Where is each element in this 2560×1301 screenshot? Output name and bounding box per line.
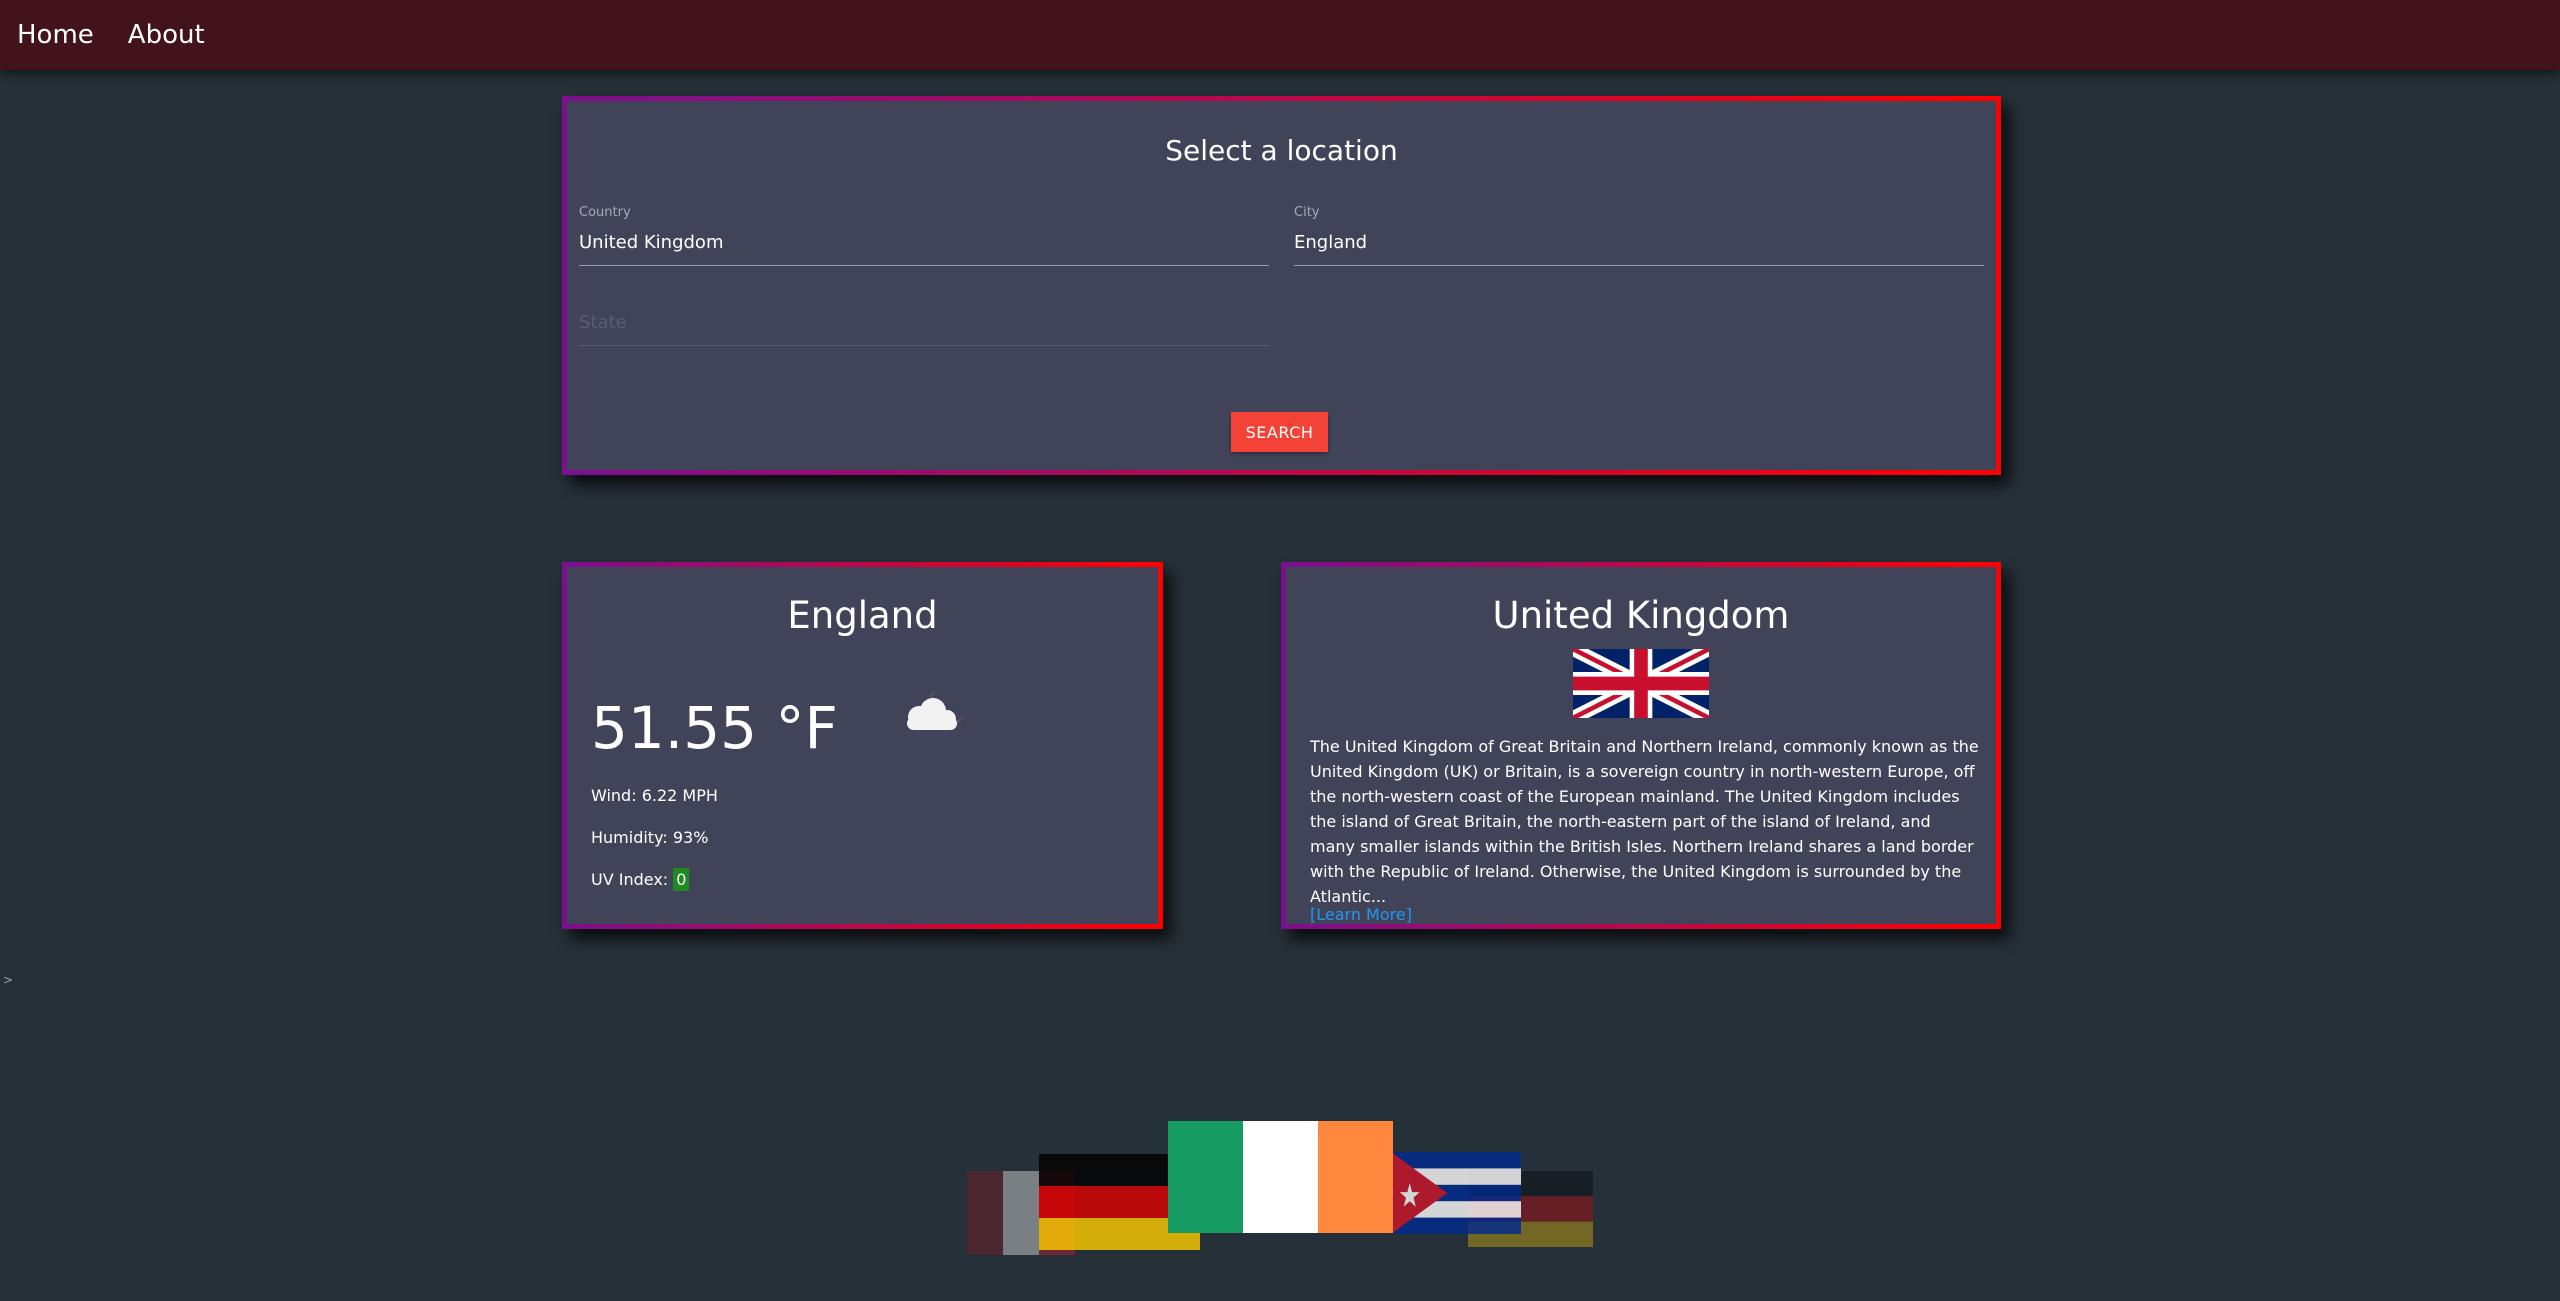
city-field: City	[1294, 205, 1984, 266]
carousel-cuba-flag[interactable]	[1391, 1152, 1521, 1234]
weather-card: England 51.55 °F Wind: 6.22 MPH Humidity…	[562, 562, 1163, 929]
search-button[interactable]: SEARCH	[1231, 412, 1328, 452]
carousel-ireland-flag[interactable]	[1168, 1121, 1393, 1233]
city-input[interactable]	[1294, 230, 1984, 266]
state-field	[579, 300, 1269, 346]
uv-index-badge: 0	[673, 868, 690, 891]
uv-index-stat: UV Index: 0	[591, 868, 690, 891]
country-input[interactable]	[579, 230, 1269, 266]
country-name-title: United Kingdom	[1492, 594, 1790, 637]
navbar: Home About	[0, 0, 2560, 70]
nav-home-link[interactable]: Home	[17, 20, 94, 50]
country-field: Country	[579, 205, 1269, 266]
learn-more-link[interactable]: [Learn More]	[1310, 905, 1412, 924]
state-input[interactable]	[579, 310, 1269, 346]
country-label: Country	[579, 205, 631, 220]
country-info-card: United Kingdom The United Kingdom of Gre…	[1281, 562, 2001, 929]
search-title: Select a location	[1165, 134, 1398, 167]
city-label: City	[1294, 205, 1320, 220]
uk-flag	[1573, 649, 1709, 718]
caret-marker: >	[3, 973, 14, 987]
nav-about-link[interactable]: About	[128, 20, 205, 50]
weather-city-title: England	[787, 594, 938, 637]
uv-index-label: UV Index:	[591, 870, 669, 889]
location-search-card: Select a location Country City SEARCH	[562, 96, 2001, 475]
temperature-value: 51.55 °F	[591, 694, 838, 762]
humidity-stat: Humidity: 93%	[591, 828, 709, 847]
wind-stat: Wind: 6.22 MPH	[591, 786, 718, 805]
country-description: The United Kingdom of Great Britain and …	[1310, 737, 1979, 906]
partly-cloudy-night-icon	[907, 689, 965, 730]
